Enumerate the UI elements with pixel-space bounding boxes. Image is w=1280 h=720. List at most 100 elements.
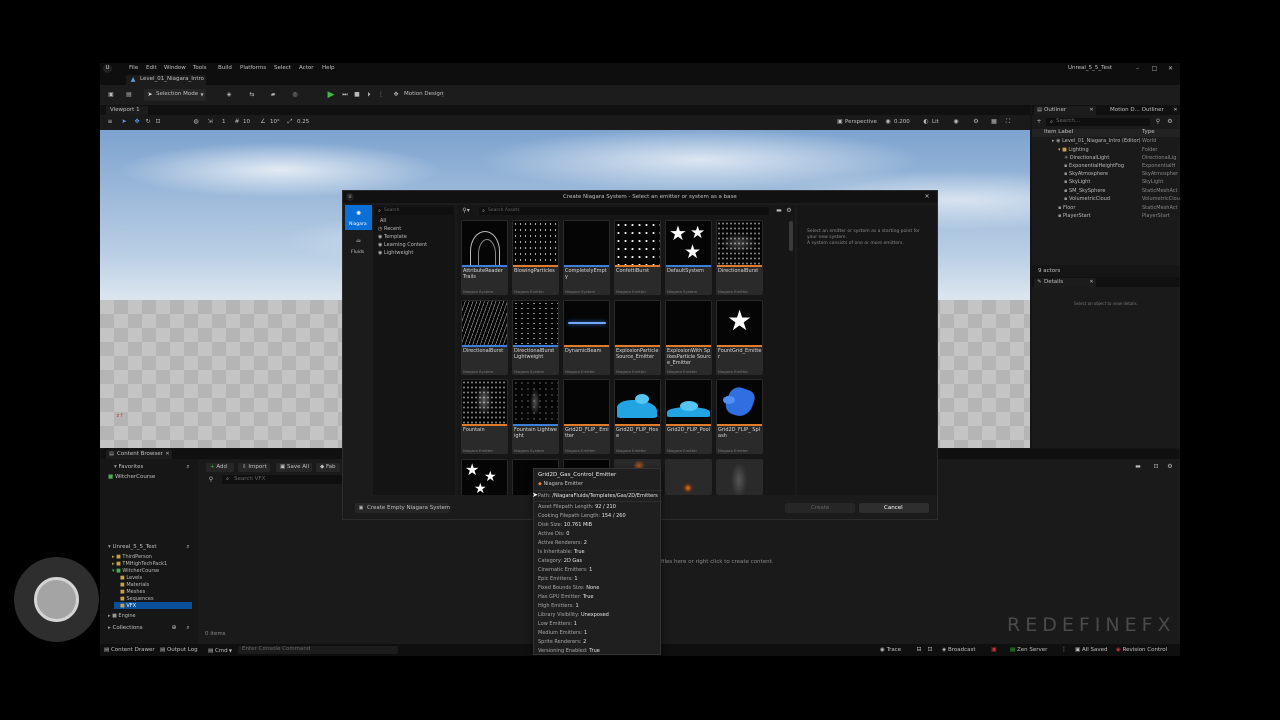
play-icon[interactable]: ▶ — [326, 90, 336, 100]
table-row[interactable]: ▪ SM_SkySphere — [1064, 188, 1105, 194]
favorites-search-icon[interactable]: ⌕ — [184, 463, 192, 471]
motion-outliner-tab[interactable]: Motion D... Outliner — [1110, 107, 1164, 114]
favorite-item[interactable]: ■ WitcherCourse — [108, 474, 155, 481]
asset-search-input[interactable]: ⌕ Search Assets — [479, 207, 769, 215]
folder-view-icon[interactable]: ▬ — [775, 206, 783, 215]
menu-select[interactable]: Select — [274, 65, 291, 72]
minimize-icon[interactable]: – — [1133, 64, 1142, 73]
outliner-search-input[interactable]: ⌕ Search... — [1046, 118, 1150, 126]
asset-tile[interactable]: DirectionalBurst Niagara System — [461, 300, 508, 375]
asset-tile[interactable]: Fountain Lightweight Niagara System — [512, 379, 559, 454]
motion-design-button[interactable]: Motion Design — [404, 91, 443, 98]
menu-actor[interactable]: Actor — [299, 65, 313, 72]
all-saved-indicator[interactable]: ▣ All Saved — [1075, 647, 1108, 654]
content-browser-close-icon[interactable]: ✕ — [164, 451, 171, 458]
tree-item-selected[interactable]: ■ VFX — [120, 603, 136, 609]
asset-tile[interactable]: DynamicBeam Niagara Emitter — [563, 300, 610, 375]
asset-tile[interactable]: Fountain Niagara Emitter — [461, 379, 508, 454]
joystick-knob[interactable] — [34, 577, 79, 622]
step-icon[interactable]: ⏭ — [340, 90, 350, 100]
maximize-icon[interactable]: □ — [1150, 64, 1159, 73]
tree-item[interactable]: ▸ ■ TMHighTechPack1 — [112, 561, 167, 567]
tree-item[interactable]: ▾ ■ WitcherCourse — [112, 568, 159, 574]
create-empty-system-button[interactable]: ▣ Create Empty Niagara System — [355, 503, 450, 513]
lit-dropdown[interactable]: Lit — [932, 119, 939, 126]
snap-value[interactable]: 1 — [222, 119, 226, 126]
show-icon[interactable]: ◉ — [952, 118, 960, 126]
viewport-menu-icon[interactable]: ≡ — [106, 118, 114, 126]
rotation-snap-value[interactable]: 10° — [270, 119, 280, 126]
more-icon[interactable]: ⋮ — [376, 90, 386, 100]
build-icon[interactable]: ◎ — [290, 90, 300, 100]
tree-item[interactable]: ▸ ■ ThirdPerson — [112, 554, 152, 560]
asset-tile[interactable]: Grid2D_FLIP_Hose Niagara Emitter — [614, 379, 661, 454]
tree-lightweight[interactable]: ◉ Lightweight — [378, 250, 413, 256]
content-icon[interactable]: ▤ — [124, 90, 134, 100]
dialog-close-icon[interactable]: ✕ — [923, 193, 931, 201]
niagara-category-tab[interactable]: ✺ Niagara — [345, 205, 372, 230]
maximize-viewport-icon[interactable]: ⛶ — [1004, 118, 1012, 126]
collections-search-icon[interactable]: ⌕ — [184, 624, 192, 632]
create-button[interactable]: Create — [785, 503, 855, 513]
outliner-close-icon[interactable]: ✕ — [1088, 107, 1095, 114]
close-icon[interactable]: ✕ — [1166, 64, 1175, 73]
add-collection-icon[interactable]: ⊕ — [170, 624, 178, 632]
asset-tile[interactable]: DirectionalBurst Lightweight Niagara Sys… — [512, 300, 559, 375]
asset-tile[interactable]: Grid2D_FLIP_ Emitter Niagara Emitter — [563, 379, 610, 454]
tree-search-input[interactable]: ⌕ Search — [375, 207, 453, 215]
blueprint-icon[interactable]: ⇆ — [247, 90, 257, 100]
cancel-button[interactable]: Cancel — [859, 503, 929, 513]
fab-button[interactable]: ◆ Fab — [316, 463, 340, 472]
asset-tile[interactable]: ConfettiBurst Niagara Emitter — [614, 220, 661, 295]
stop-icon[interactable]: ■ — [352, 90, 362, 100]
add-actor-icon[interactable]: ◈ — [224, 90, 234, 100]
asset-tile[interactable]: Grid2D_FLIP_Pool Niagara Emitter — [665, 379, 712, 454]
menu-build[interactable]: Build — [218, 65, 232, 72]
asset-tile[interactable]: Grid2D_FLIP_ Splash Niagara Emitter — [716, 379, 763, 454]
virtual-joystick[interactable] — [14, 557, 99, 642]
camera-speed-value[interactable]: 0.200 — [894, 119, 910, 126]
motion-design-more-icon[interactable]: ⋮ — [440, 90, 446, 100]
rotation-snap-icon[interactable]: ∠ — [259, 118, 267, 126]
asset-tile[interactable]: ★ ★ ★ — [461, 459, 508, 495]
menu-file[interactable]: File — [129, 65, 138, 72]
source-control-icon[interactable]: ⋮ — [1060, 646, 1068, 654]
motion-outliner-close-icon[interactable]: ✕ — [1172, 106, 1179, 114]
table-row[interactable]: ▸ ◉ Level_01_Niagara_Intro (Editor) — [1052, 138, 1141, 144]
layout-icon[interactable]: ▦ — [990, 118, 998, 126]
save-all-button[interactable]: ▣ Save All — [276, 463, 312, 472]
cb-settings-icon[interactable]: ⚙ — [1166, 463, 1174, 471]
scale-tool-icon[interactable]: ⊡ — [154, 118, 162, 126]
trace-record-icon[interactable]: ⊡ — [926, 646, 934, 654]
details-tab[interactable]: ✎ Details ✕ — [1034, 278, 1096, 287]
grid-snap-value[interactable]: 10 — [243, 119, 250, 126]
table-row[interactable]: ▪ SkyLight — [1064, 179, 1090, 185]
select-tool-icon[interactable]: ➤ — [120, 118, 128, 126]
derived-data-icon[interactable]: ▣ — [990, 646, 998, 654]
menu-edit[interactable]: Edit — [146, 65, 157, 72]
perspective-dropdown[interactable]: Perspective — [845, 119, 877, 126]
broadcast-button[interactable]: ◈ Broadcast — [942, 647, 976, 654]
trace-button[interactable]: ◉ Trace — [880, 647, 901, 654]
surface-snap-icon[interactable]: ⇲ — [206, 118, 214, 126]
zen-server-button[interactable]: ▤ Zen Server — [1010, 647, 1047, 654]
asset-scrollbar[interactable] — [789, 221, 793, 251]
table-row[interactable]: ▪ SkyAtmosphere — [1064, 171, 1108, 177]
trace-options-icon[interactable]: ⊟ — [915, 646, 923, 654]
table-row[interactable]: ▪ ExponentialHeightFog — [1064, 163, 1124, 169]
world-local-icon[interactable]: ◍ — [192, 118, 200, 126]
table-row[interactable]: ▪ VolumetricCloud — [1064, 196, 1110, 202]
menu-tools[interactable]: Tools — [193, 65, 207, 72]
settings-icon[interactable]: ⚙ — [972, 118, 980, 126]
menu-window[interactable]: Window — [164, 65, 186, 72]
content-drawer-button[interactable]: ▤ Content Drawer — [104, 647, 155, 654]
output-log-button[interactable]: ▤ Output Log — [160, 647, 198, 654]
asset-tile[interactable]: ★ FountGrid_Emitter Niagara Emitter — [716, 300, 763, 375]
col-type[interactable]: Type — [1142, 129, 1155, 136]
fluids-category-tab[interactable]: ♒ Fluids — [345, 233, 372, 258]
move-tool-icon[interactable]: ✥ — [133, 118, 141, 126]
outliner-tab[interactable]: ▤ Outliner ✕ — [1034, 106, 1096, 115]
cmd-dropdown[interactable]: ▤ Cmd ▼ — [208, 647, 232, 655]
table-row[interactable]: ▪ PlayerStart — [1058, 213, 1091, 219]
filter-icon[interactable]: ⚲ — [1154, 118, 1162, 126]
